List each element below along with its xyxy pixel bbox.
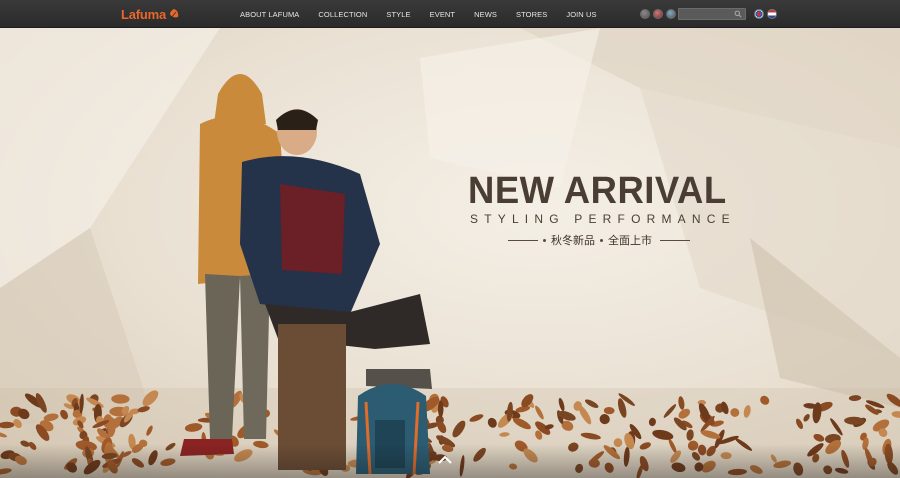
language-switcher bbox=[754, 9, 777, 19]
nav-news[interactable]: NEWS bbox=[474, 10, 497, 19]
leaf-icon bbox=[170, 9, 179, 19]
nav-about-lafuma[interactable]: ABOUT LAFUMA bbox=[240, 10, 299, 19]
hero-cn-tagline: 秋冬新品 全面上市 bbox=[506, 233, 692, 247]
cn-text-left: 秋冬新品 bbox=[551, 234, 595, 247]
hero-headline: NEW ARRIVAL bbox=[468, 170, 727, 212]
chevron-up-icon[interactable] bbox=[437, 455, 453, 465]
search-input[interactable] bbox=[679, 15, 733, 26]
main-nav: ABOUT LAFUMA COLLECTION STYLE EVENT NEWS… bbox=[240, 0, 616, 28]
dot-separator bbox=[543, 238, 546, 242]
social-icon-1[interactable] bbox=[640, 9, 650, 19]
nav-style[interactable]: STYLE bbox=[386, 10, 410, 19]
nav-join-us[interactable]: JOIN US bbox=[566, 10, 596, 19]
divider-left bbox=[508, 239, 538, 241]
cn-text-right: 全面上市 bbox=[608, 234, 652, 247]
social-icon-2[interactable] bbox=[653, 9, 663, 19]
social-links bbox=[640, 9, 676, 19]
divider-right bbox=[660, 239, 690, 241]
dot-separator bbox=[600, 238, 603, 242]
nav-stores[interactable]: STORES bbox=[516, 10, 547, 19]
lafuma-logo[interactable]: Lafuma bbox=[121, 6, 180, 22]
korea-flag-icon[interactable] bbox=[754, 9, 764, 19]
top-navigation-bar: Lafuma ABOUT LAFUMA COLLECTION STYLE EVE… bbox=[0, 0, 900, 28]
nav-collection[interactable]: COLLECTION bbox=[318, 10, 367, 19]
social-icon-3[interactable] bbox=[666, 9, 676, 19]
nav-event[interactable]: EVENT bbox=[430, 10, 456, 19]
logo-text: Lafuma bbox=[121, 6, 167, 22]
hero-banner: NEW ARRIVAL STYLING PERFORMANCE 秋冬新品 全面上… bbox=[0, 28, 900, 478]
search-box bbox=[678, 8, 746, 26]
english-flag-icon[interactable] bbox=[767, 9, 777, 19]
hero-subline: STYLING PERFORMANCE bbox=[470, 212, 736, 226]
models-photo bbox=[180, 74, 432, 475]
search-icon[interactable] bbox=[734, 10, 742, 18]
